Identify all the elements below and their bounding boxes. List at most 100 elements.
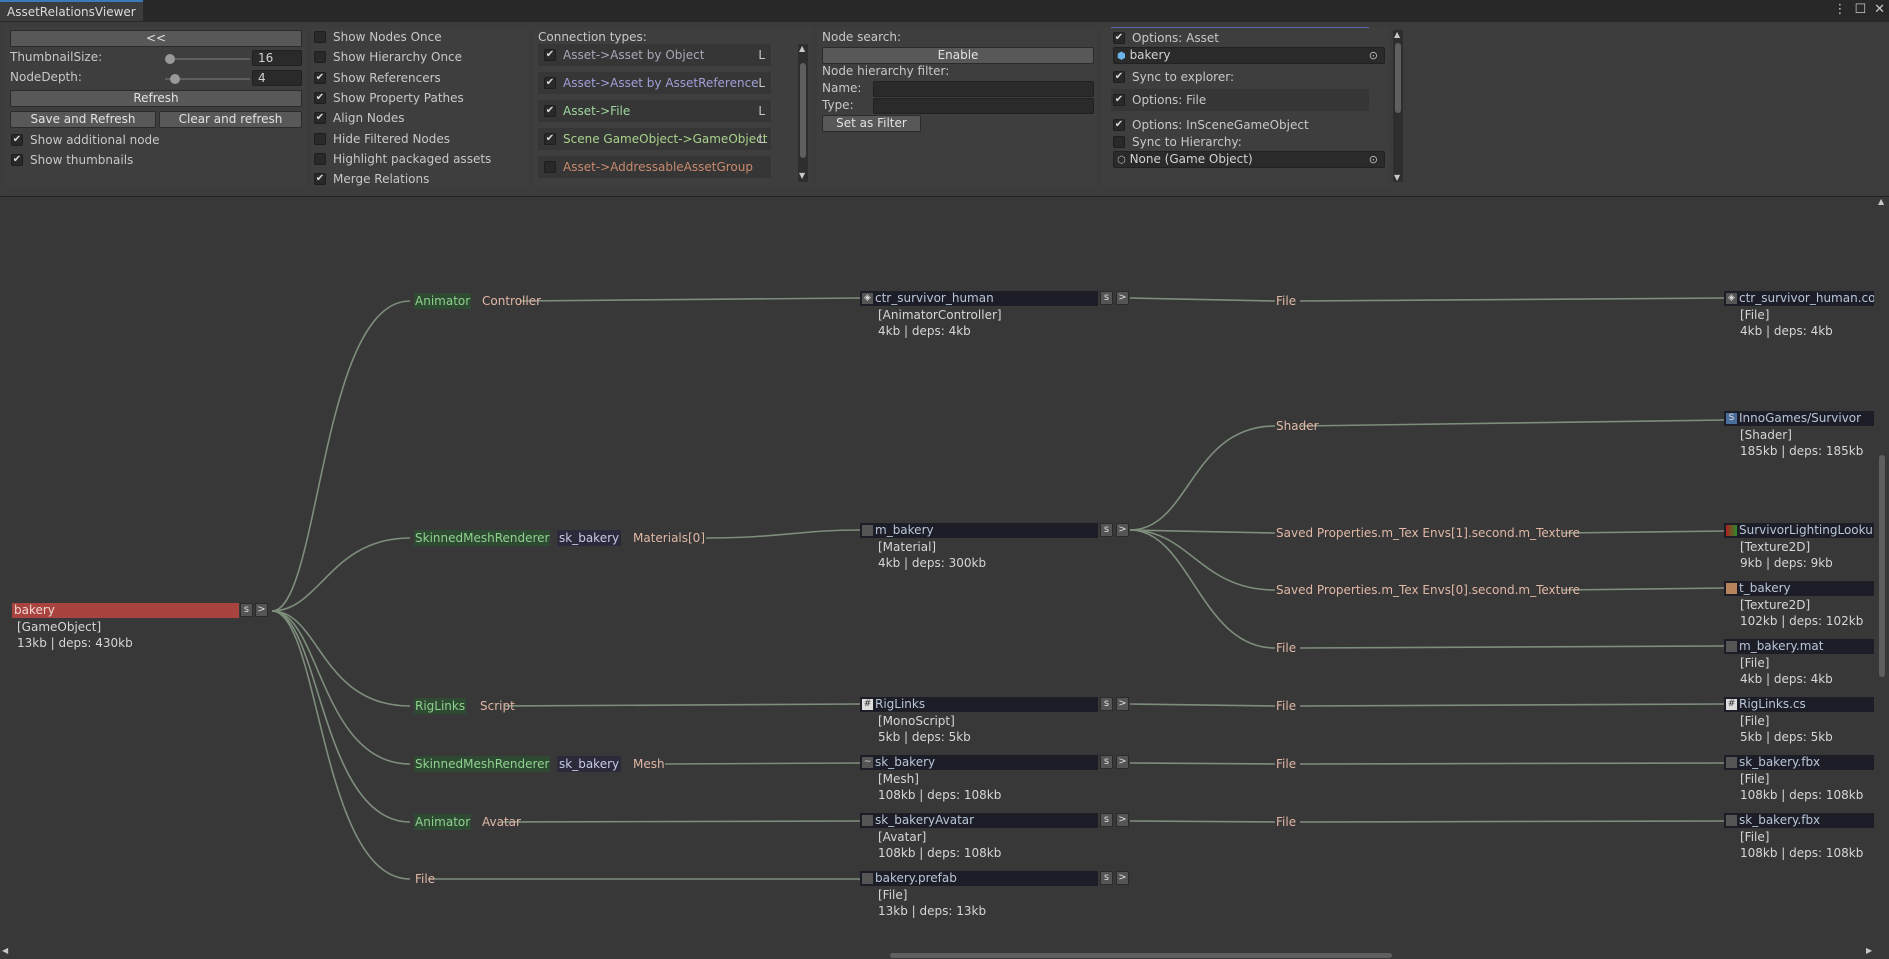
mid-expand-button[interactable]: >: [1116, 871, 1129, 885]
checkbox[interactable]: [314, 31, 326, 43]
thumbnail-size-field[interactable]: 16: [252, 50, 302, 66]
option-toggle[interactable]: Hide Filtered Nodes: [314, 132, 450, 146]
canvas-vertical-scroll-thumb[interactable]: [1879, 455, 1885, 677]
option-toggle[interactable]: Show Nodes Once: [314, 30, 442, 44]
clear-and-refresh-button[interactable]: Clear and refresh: [159, 111, 302, 128]
connection-types-scroll-thumb[interactable]: [800, 63, 806, 158]
checkbox[interactable]: [314, 132, 326, 145]
mid-node-avatar[interactable]: sk_bakeryAvatar: [860, 813, 1098, 828]
scroll-down-icon[interactable]: ▼: [799, 171, 805, 180]
save-and-refresh-button[interactable]: Save and Refresh: [10, 111, 156, 128]
sync-explorer-toggle[interactable]: ✔ Sync to explorer:: [1113, 70, 1234, 84]
option-toggle[interactable]: ✔ Show Referencers: [314, 71, 441, 85]
connection-type-row[interactable]: ✔ Asset->Asset by Object L: [538, 44, 771, 66]
right-node-shader[interactable]: S InnoGames/Survivor: [1724, 411, 1874, 426]
mid-select-button[interactable]: s: [1100, 813, 1113, 827]
connection-type-row[interactable]: ✔ Asset->Asset by AssetReference L: [538, 72, 771, 94]
option-toggle[interactable]: Show Hierarchy Once: [314, 50, 462, 64]
mid-select-button[interactable]: s: [1100, 697, 1113, 711]
additional-info-toggle[interactable]: ✔ Show additional node informa: [11, 133, 161, 147]
mid-node-prefab-file[interactable]: bakery.prefab: [860, 871, 1098, 886]
checkbox[interactable]: ✔: [314, 173, 326, 186]
option-toggle[interactable]: Highlight packaged assets: [314, 152, 491, 166]
option-toggle[interactable]: ✔ Align Nodes: [314, 111, 404, 125]
right-node-bakery-texture[interactable]: t_bakery: [1724, 581, 1874, 596]
hierarchy-object-field[interactable]: ⬡ None (Game Object) ⊙: [1113, 151, 1385, 168]
scroll-right-icon[interactable]: ▶: [1866, 946, 1872, 955]
scroll-up-icon[interactable]: ▲: [1878, 197, 1884, 206]
mid-expand-button[interactable]: >: [1116, 755, 1129, 769]
name-filter-input[interactable]: [873, 81, 1094, 97]
thumbnail-size-slider-thumb[interactable]: [165, 54, 175, 64]
checkbox[interactable]: ✔: [544, 77, 556, 89]
scroll-up-icon[interactable]: ▲: [799, 44, 805, 53]
graph-canvas[interactable]: bakery s > [GameObject] 13kb | deps: 430…: [0, 197, 1889, 959]
canvas-horizontal-scroll-thumb[interactable]: [890, 953, 1392, 958]
connection-type-row[interactable]: Asset->AddressableAssetGroup: [538, 156, 771, 178]
thumbnail-size-slider[interactable]: [165, 58, 250, 60]
checkbox[interactable]: ✔: [544, 105, 556, 117]
connection-type-row[interactable]: ✔ Scene GameObject->GameObject L: [538, 128, 771, 150]
scene-options-toggle[interactable]: ✔ Options: InSceneGameObject: [1113, 118, 1309, 132]
checkbox[interactable]: ✔: [11, 154, 23, 166]
mid-node-controller[interactable]: ◈ ctr_survivor_human: [860, 291, 1098, 306]
mid-node-mesh[interactable]: ~ sk_bakery: [860, 755, 1098, 770]
type-options-scroll-thumb[interactable]: [1395, 43, 1401, 113]
root-node-title[interactable]: bakery: [12, 603, 239, 618]
root-expand-button[interactable]: >: [255, 603, 268, 617]
close-icon[interactable]: ✕: [1874, 2, 1885, 17]
checkbox[interactable]: [314, 51, 326, 64]
mid-select-button[interactable]: s: [1100, 523, 1113, 537]
checkbox[interactable]: ✔: [11, 134, 23, 146]
right-node-controller-file[interactable]: ◈ ctr_survivor_human.cont: [1724, 291, 1874, 306]
enable-search-button[interactable]: Enable: [822, 47, 1094, 64]
checkbox[interactable]: ✔: [1113, 32, 1125, 44]
thumbnails-toggle[interactable]: ✔ Show thumbnails: [11, 153, 133, 167]
right-node-lighting-texture[interactable]: SurvivorLightingLookup: [1724, 523, 1874, 538]
type-filter-input[interactable]: [873, 98, 1094, 114]
collapse-toolbar-button[interactable]: <<: [10, 30, 302, 47]
option-toggle[interactable]: ✔ Show Property Pathes: [314, 91, 464, 105]
checkbox[interactable]: ✔: [1113, 119, 1125, 131]
checkbox[interactable]: ✔: [544, 133, 556, 145]
scroll-left-icon[interactable]: ◀: [2, 946, 8, 955]
right-node-material-file[interactable]: m_bakery.mat: [1724, 639, 1874, 654]
refresh-button[interactable]: Refresh: [10, 90, 302, 107]
mid-select-button[interactable]: s: [1100, 871, 1113, 885]
right-node-mesh-fbx[interactable]: sk_bakery.fbx: [1724, 755, 1874, 770]
mid-expand-button[interactable]: >: [1116, 291, 1129, 305]
checkbox[interactable]: [314, 152, 326, 165]
mid-select-button[interactable]: s: [1100, 755, 1113, 769]
checkbox[interactable]: ✔: [1113, 94, 1125, 106]
asset-object-field[interactable]: ⬢ bakery ⊙: [1113, 47, 1385, 64]
mid-node-material[interactable]: m_bakery: [860, 523, 1098, 538]
checkbox[interactable]: ✔: [1113, 71, 1125, 83]
maximize-icon[interactable]: ☐: [1854, 2, 1866, 17]
checkbox[interactable]: ✔: [314, 71, 326, 84]
connection-type-row[interactable]: ✔ Asset->File L: [538, 100, 771, 122]
checkbox[interactable]: ✔: [314, 112, 326, 125]
checkbox[interactable]: ✔: [314, 91, 326, 104]
mid-expand-button[interactable]: >: [1116, 523, 1129, 537]
object-picker-icon[interactable]: ⊙: [1369, 152, 1378, 167]
mid-expand-button[interactable]: >: [1116, 813, 1129, 827]
window-tab[interactable]: AssetRelationsViewer: [0, 0, 143, 21]
option-toggle[interactable]: ✔ Merge Relations: [314, 172, 429, 186]
node-depth-field[interactable]: 4: [252, 70, 302, 86]
sync-hierarchy-toggle[interactable]: Sync to Hierarchy:: [1113, 135, 1242, 149]
mid-expand-button[interactable]: >: [1116, 697, 1129, 711]
mid-select-button[interactable]: s: [1100, 291, 1113, 305]
checkbox[interactable]: [544, 161, 556, 173]
root-select-button[interactable]: s: [240, 603, 253, 617]
object-picker-icon[interactable]: ⊙: [1369, 48, 1378, 63]
asset-options-toggle[interactable]: ✔ Options: Asset: [1113, 31, 1219, 45]
set-as-filter-button[interactable]: Set as Filter: [822, 115, 921, 132]
more-menu-icon[interactable]: ⋮: [1833, 2, 1846, 17]
scroll-down-icon[interactable]: ▼: [1394, 173, 1400, 182]
scroll-up-icon[interactable]: ▲: [1394, 30, 1400, 39]
file-options-toggle[interactable]: ✔ Options: File: [1113, 93, 1206, 107]
node-depth-slider-thumb[interactable]: [169, 74, 180, 84]
mid-node-monoscript[interactable]: # RigLinks: [860, 697, 1098, 712]
right-node-script-file[interactable]: # RigLinks.cs: [1724, 697, 1874, 712]
checkbox[interactable]: [1113, 136, 1125, 148]
